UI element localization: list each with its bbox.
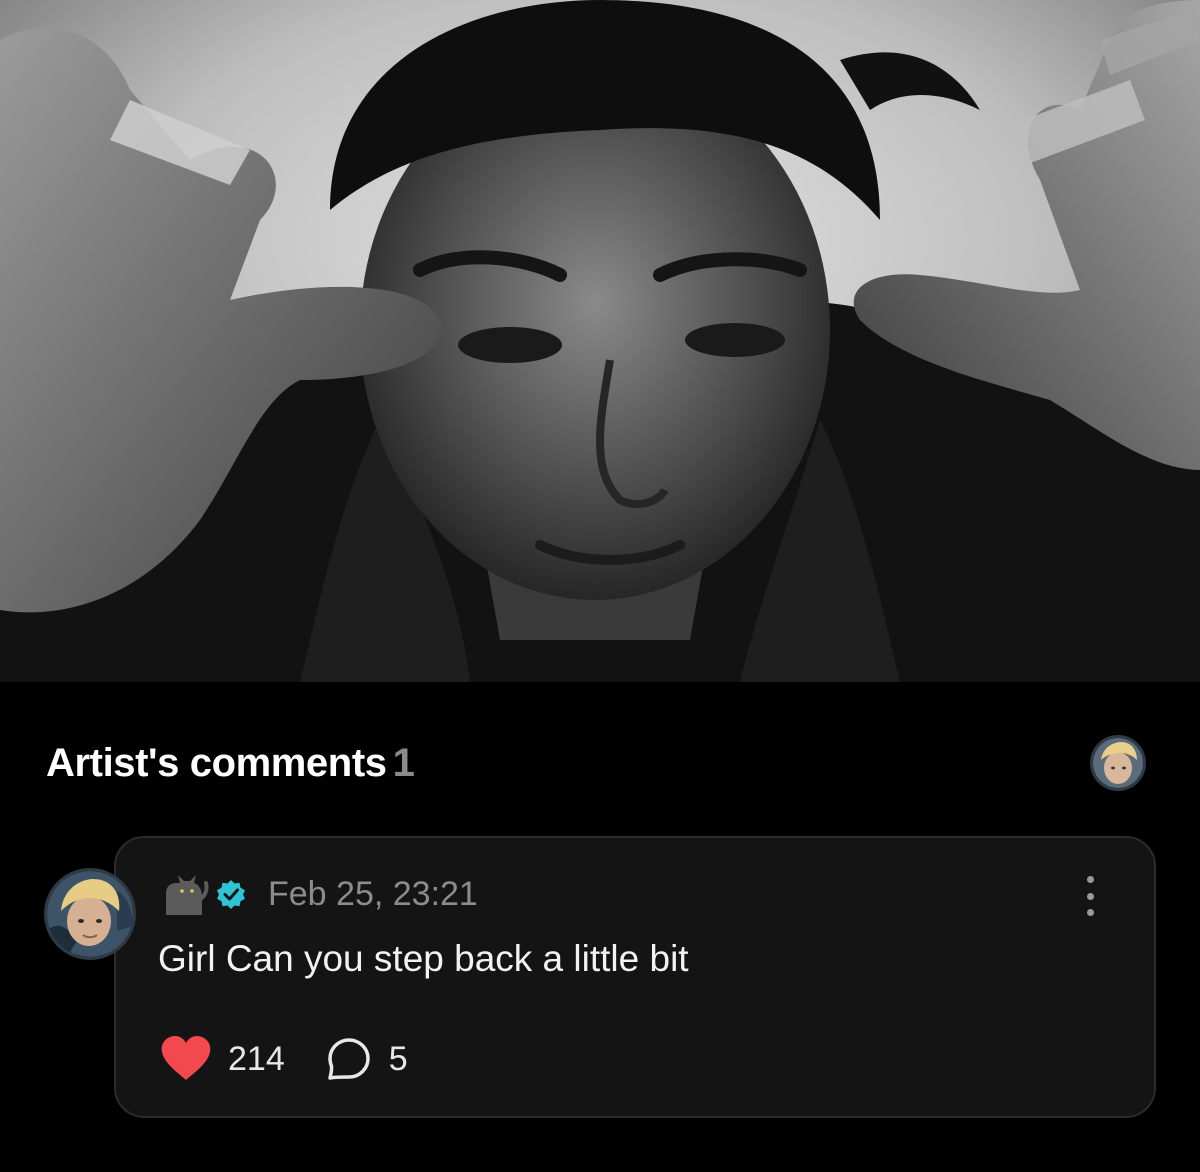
comment-actions: 214 5	[160, 1034, 408, 1084]
reply-bubble-icon	[327, 1037, 371, 1081]
reply-count: 5	[388, 1039, 408, 1078]
like-count: 214	[228, 1039, 285, 1078]
more-dot-icon	[1086, 876, 1094, 883]
more-options-button[interactable]	[1080, 876, 1100, 916]
author-avatar-image	[47, 871, 133, 957]
more-dot-icon	[1086, 892, 1094, 900]
comment-count: 1	[392, 741, 415, 785]
comment-timestamp: Feb 25, 23:21	[268, 875, 478, 913]
like-button[interactable]: 214	[160, 1036, 285, 1082]
user-avatar[interactable]	[1090, 735, 1146, 791]
avatar-image	[1093, 738, 1143, 788]
comment-card[interactable]: Feb 25, 23:21 Girl Can you step back a l…	[114, 836, 1156, 1118]
more-dot-icon	[1086, 909, 1094, 916]
verified-badge-icon	[216, 879, 246, 909]
photo-illustration	[0, 0, 1200, 682]
artist-photo[interactable]	[0, 0, 1200, 682]
section-title-label: Artist's comments	[46, 741, 387, 785]
comment-text: Girl Can you step back a little bit	[158, 938, 689, 979]
comment-meta: Feb 25, 23:21	[160, 870, 478, 918]
cat-emoji-icon	[160, 871, 210, 917]
reply-button[interactable]: 5	[327, 1037, 408, 1081]
comment-author-avatar[interactable]	[44, 868, 136, 960]
heart-icon	[160, 1036, 212, 1082]
section-title: Artist's comments 1	[46, 738, 415, 788]
